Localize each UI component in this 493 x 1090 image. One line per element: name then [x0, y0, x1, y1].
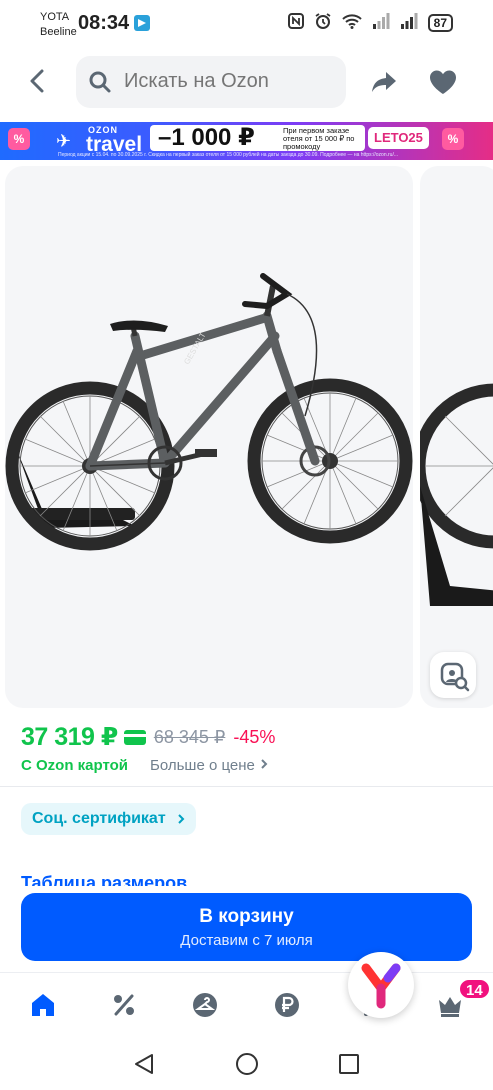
ozon-card-label: С Ozon картой — [21, 757, 129, 774]
cart-button-title: В корзину — [199, 906, 294, 927]
battery-indicator: 87 — [427, 14, 453, 32]
wifi-icon — [341, 13, 362, 33]
banner-offer: –1 000 ₽ При первом заказе отеля от 15 0… — [150, 125, 365, 151]
price-details-link[interactable]: Больше о цене — [150, 757, 269, 774]
ozon-card-icon — [123, 729, 146, 745]
product-photo-next[interactable] — [420, 166, 493, 708]
size-table-link[interactable]: Таблица размеров — [21, 868, 187, 886]
recents-square-icon[interactable] — [338, 1052, 360, 1076]
social-certificate-chip[interactable]: Соц. сертификат — [21, 803, 196, 835]
telegram-icon — [134, 15, 150, 31]
home-icon[interactable] — [27, 989, 59, 1021]
banner-fine-print: Период акции с 15.04. по 30.09.2025 г. С… — [58, 152, 399, 158]
visual-search-icon[interactable] — [430, 652, 476, 698]
system-navigation — [0, 1040, 493, 1090]
nfc-icon — [287, 13, 304, 33]
price-with-card: 37 319 ₽ — [21, 723, 118, 751]
add-to-cart-button[interactable]: В корзину Доставим с 7 июля — [21, 893, 472, 961]
status-time: 08:34 — [78, 12, 130, 34]
back-arrow-icon[interactable] — [22, 66, 52, 96]
social-certificate-label: Соц. сертификат — [32, 810, 166, 827]
divider — [0, 786, 493, 787]
carrier-1: YOTA — [40, 11, 70, 23]
status-bar: YOTA Beeline 08:34 87 — [0, 0, 493, 46]
carrier-info: YOTA Beeline — [40, 10, 77, 40]
signal-icon — [372, 13, 390, 33]
bicycle-image: GESTALT — [5, 273, 413, 551]
search-icon — [88, 70, 112, 94]
system-icons: 87 — [287, 12, 453, 34]
hanger-icon[interactable] — [189, 989, 221, 1021]
yandex-assistant-button[interactable] — [348, 952, 414, 1018]
banner-text: При первом заказе отеля от 15 000 ₽ по п… — [283, 126, 355, 151]
bicycle-image — [420, 383, 493, 606]
product-photo[interactable]: GESTALT — [5, 166, 413, 708]
promo-banner[interactable]: % ✈ OZON travel –1 000 ₽ При первом зака… — [0, 122, 493, 160]
search-bar[interactable] — [76, 56, 346, 108]
percent-badge: % — [8, 128, 30, 150]
alarm-icon — [314, 12, 332, 34]
back-triangle-icon[interactable] — [133, 1052, 155, 1076]
percent-icon[interactable] — [108, 989, 140, 1021]
top-header — [0, 54, 493, 110]
bottom-navigation: 14 — [0, 972, 493, 1038]
yandex-logo-icon — [361, 963, 401, 1009]
banner-amount: –1 000 ₽ — [158, 124, 255, 151]
home-circle-icon[interactable] — [235, 1052, 259, 1076]
carrier-2: Beeline — [40, 26, 77, 38]
promo-code: LETO25 — [368, 127, 429, 149]
chevron-right-icon — [261, 759, 268, 769]
percent-badge: % — [442, 128, 464, 150]
ruble-icon[interactable] — [271, 989, 303, 1021]
price-row[interactable]: 37 319 ₽ 68 345 ₽ -45% — [21, 722, 275, 752]
discount-percent: -45% — [233, 726, 276, 747]
chevron-right-icon — [177, 814, 185, 824]
crown-badge: 14 — [458, 978, 491, 1000]
price-details-label: Больше о цене — [150, 757, 255, 774]
plane-icon: ✈ — [56, 131, 72, 151]
search-input[interactable] — [124, 70, 334, 93]
share-icon[interactable] — [368, 66, 400, 98]
price-old: 68 345 ₽ — [153, 726, 226, 747]
heart-icon[interactable] — [427, 66, 459, 98]
signal-icon — [400, 13, 418, 33]
cart-button-subtitle: Доставим с 7 июля — [180, 932, 313, 949]
product-gallery[interactable]: GESTALT — [0, 164, 493, 710]
